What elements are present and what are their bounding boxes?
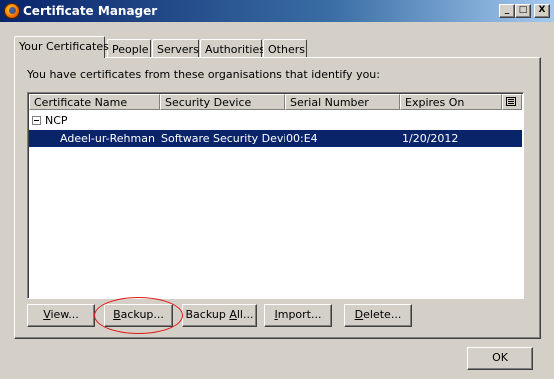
view-button[interactable]: View... [27, 304, 95, 327]
maximize-button[interactable]: □ [515, 4, 531, 18]
cell-certificate-name: Adeel-ur-Rehman [60, 132, 155, 145]
backup-all-label: ll... [236, 308, 254, 321]
minimize-button[interactable]: _ [499, 4, 515, 18]
tab-label: Servers [157, 43, 199, 56]
close-button[interactable]: X [534, 4, 550, 18]
delete-mnemonic: D [354, 308, 364, 321]
tab-people[interactable]: People [107, 39, 151, 58]
import-label: mport... [277, 308, 322, 321]
backup-mnemonic: B [113, 308, 121, 321]
tab-your-certificates[interactable]: Your Certificates [14, 36, 109, 58]
delete-button[interactable]: Delete... [344, 304, 412, 327]
firefox-icon [4, 3, 20, 19]
column-header-security-device[interactable]: Security Device [160, 94, 285, 110]
column-picker-icon [506, 97, 516, 106]
tree-group-row[interactable]: NCP [29, 112, 522, 129]
backup-all-button[interactable]: Backup All... [182, 304, 257, 327]
collapse-icon[interactable] [32, 116, 41, 125]
view-label: iew... [50, 308, 79, 321]
title-bar: Certificate Manager _ □ X [0, 0, 554, 22]
backup-all-mnemonic: A [229, 308, 237, 321]
tab-label: Others [268, 43, 305, 56]
column-picker-button[interactable] [502, 94, 522, 110]
tree-row[interactable]: Adeel-ur-Rehman Software Security Devi..… [29, 130, 522, 147]
backup-label: ackup... [120, 308, 164, 321]
column-header-serial-number[interactable]: Serial Number [285, 94, 400, 110]
ok-button[interactable]: OK [467, 347, 533, 370]
cell-security-device: Software Security Devi... [161, 132, 285, 145]
group-name: NCP [45, 114, 68, 127]
description-text: You have certificates from these organis… [27, 68, 380, 81]
backup-all-label-pre: Backup [185, 308, 230, 321]
certificate-tree[interactable]: Certificate Name Security Device Serial … [27, 92, 524, 299]
tab-authorities[interactable]: Authorities [200, 39, 265, 58]
cell-serial-number: 00:E4 [286, 132, 318, 145]
column-header-certificate-name[interactable]: Certificate Name [29, 94, 160, 110]
delete-label: elete... [363, 308, 402, 321]
column-header-expires-on[interactable]: Expires On [400, 94, 502, 110]
cell-expires-on: 1/20/2012 [402, 132, 459, 145]
tab-label: Authorities [205, 43, 265, 56]
tab-panel-your-certificates: You have certificates from these organis… [14, 57, 541, 339]
tab-label: Your Certificates [19, 40, 109, 53]
tab-others[interactable]: Others [263, 39, 307, 58]
tab-servers[interactable]: Servers [152, 39, 199, 58]
backup-button[interactable]: Backup... [104, 304, 173, 327]
import-button[interactable]: Import... [264, 304, 332, 327]
window-title: Certificate Manager [23, 4, 158, 18]
tab-label: People [112, 43, 149, 56]
